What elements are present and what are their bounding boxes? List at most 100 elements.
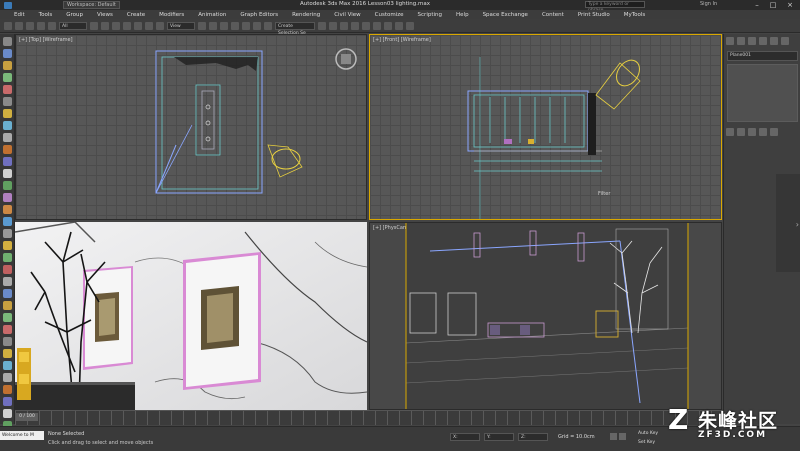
selection-filter-dropdown[interactable]: All [59,21,87,30]
left-tool-icon-6[interactable] [2,97,12,106]
utilities-tab-icon[interactable] [781,37,789,45]
left-tool-icon-32[interactable] [2,409,12,418]
timeline[interactable]: 0 / 100 [15,410,722,425]
menu-item-graph-editors[interactable]: Graph Editors [240,12,278,18]
menu-item-views[interactable]: Views [97,12,113,18]
minimize-icon[interactable]: – [750,0,764,10]
left-tool-icon-25[interactable] [2,325,12,334]
select-scale-icon[interactable] [156,21,164,30]
left-tool-icon-14[interactable] [2,193,12,202]
menu-item-animation[interactable]: Animation [198,12,226,18]
left-tool-icon-27[interactable] [2,349,12,358]
motion-tab-icon[interactable] [759,37,767,45]
select-object-icon[interactable] [90,21,98,30]
y-coordinate-field[interactable]: Y: [484,433,514,441]
render-production-icon[interactable] [406,21,414,30]
curve-editor-icon[interactable] [351,21,359,30]
show-end-result-icon[interactable] [737,128,745,136]
left-tool-icon-21[interactable] [2,277,12,286]
left-tool-icon-7[interactable] [2,109,12,118]
select-move-icon[interactable] [134,21,142,30]
menu-item-scripting[interactable]: Scripting [418,12,442,18]
go-to-start-icon[interactable] [610,433,617,440]
material-editor-icon[interactable] [373,21,381,30]
select-rotate-icon[interactable] [145,21,153,30]
left-tool-icon-23[interactable] [2,301,12,310]
viewport-top[interactable]: [+] [Top] [Wireframe] [15,34,367,220]
left-tool-icon-17[interactable] [2,229,12,238]
hierarchy-tab-icon[interactable] [748,37,756,45]
left-tool-icon-11[interactable] [2,157,12,166]
unlink-icon[interactable] [37,21,45,30]
layer-explorer-icon[interactable] [340,21,348,30]
menu-item-group[interactable]: Group [66,12,83,18]
named-selection-dropdown[interactable]: Create Selection Se [275,21,315,36]
left-tool-icon-19[interactable] [2,253,12,262]
viewport-camera[interactable]: [+] [PhysCamera001] [Default] [369,222,722,410]
display-tab-icon[interactable] [770,37,778,45]
menu-item-help[interactable]: Help [456,12,469,18]
menu-item-civil-view[interactable]: Civil View [334,12,360,18]
left-tool-icon-10[interactable] [2,145,12,154]
left-tool-icon-31[interactable] [2,397,12,406]
close-icon[interactable]: × [783,0,797,10]
left-tool-icon-18[interactable] [2,241,12,250]
search-input[interactable]: Type a keyword or phrase [585,1,645,13]
left-tool-icon-16[interactable] [2,217,12,226]
remove-modifier-icon[interactable] [759,128,767,136]
menu-item-content[interactable]: Content [542,12,564,18]
left-tool-icon-13[interactable] [2,181,12,190]
left-tool-icon-28[interactable] [2,361,12,370]
rendered-frame-window-icon[interactable] [395,21,403,30]
left-tool-icon-24[interactable] [2,313,12,322]
left-tool-icon-4[interactable] [2,73,12,82]
left-tool-icon-9[interactable] [2,133,12,142]
maximize-icon[interactable]: □ [766,0,780,10]
set-key-button[interactable]: Set Key [638,440,655,445]
mirror-icon[interactable] [318,21,326,30]
left-tool-icon-30[interactable] [2,385,12,394]
left-tool-icon-8[interactable] [2,121,12,130]
sign-in-button[interactable]: Sign In [700,1,717,7]
redo-icon[interactable] [15,21,23,30]
app-logo-icon[interactable] [4,1,12,9]
snaps-toggle-icon[interactable] [231,21,239,30]
x-coordinate-field[interactable]: X: [450,433,480,441]
play-icon[interactable] [619,433,626,440]
left-tool-icon-12[interactable] [2,169,12,178]
maxscript-listener[interactable]: Welcome to M [0,431,44,440]
auto-key-button[interactable]: Auto Key [638,431,658,436]
make-unique-icon[interactable] [748,128,756,136]
align-icon[interactable] [329,21,337,30]
pivot-center-icon[interactable] [198,21,206,30]
time-slider[interactable]: 0 / 100 [16,413,38,421]
left-tool-icon-15[interactable] [2,205,12,214]
modify-tab-icon[interactable] [737,37,745,45]
spinner-snap-icon[interactable] [264,21,272,30]
link-icon[interactable] [26,21,34,30]
left-tool-icon-22[interactable] [2,289,12,298]
rectangular-selection-icon[interactable] [112,21,120,30]
modifier-stack[interactable] [727,64,798,122]
reference-coordinate-dropdown[interactable]: View [167,21,195,30]
undo-icon[interactable] [4,21,12,30]
object-name-field[interactable]: Plane001 [727,51,798,61]
menu-item-tools[interactable]: Tools [39,12,53,18]
left-tool-icon-3[interactable] [2,61,12,70]
percent-snap-icon[interactable] [253,21,261,30]
keyboard-shortcut-icon[interactable] [220,21,228,30]
left-tool-icon-2[interactable] [2,49,12,58]
menu-item-edit[interactable]: Edit [14,12,25,18]
menu-item-customize[interactable]: Customize [375,12,404,18]
pin-stack-icon[interactable] [726,128,734,136]
window-crossing-icon[interactable] [123,21,131,30]
viewport-front[interactable]: [+] [Front] [Wireframe] Filter [369,34,722,220]
menu-item-create[interactable]: Create [127,12,145,18]
left-tool-icon-26[interactable] [2,337,12,346]
menu-item-space-exchange[interactable]: Space Exchange [483,12,528,18]
select-by-name-icon[interactable] [101,21,109,30]
menu-item-rendering[interactable]: Rendering [292,12,320,18]
create-tab-icon[interactable] [726,37,734,45]
viewport-perspective-render[interactable] [15,222,367,410]
select-manipulate-icon[interactable] [209,21,217,30]
